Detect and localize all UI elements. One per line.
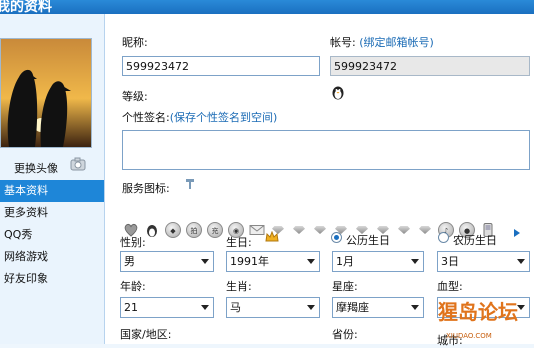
signature-label-text: 个性签名: <box>122 111 170 124</box>
birth-year-select[interactable]: 1991年 <box>226 251 320 272</box>
account-label: 帐号: (绑定邮箱帐号) <box>330 34 434 50</box>
title-bar: 我的资料 <box>0 0 534 15</box>
diamond-icon-7[interactable] <box>396 222 412 238</box>
chevron-down-icon <box>201 305 209 310</box>
solar-birthday-radio[interactable] <box>331 232 342 243</box>
age-value: 21 <box>124 301 138 314</box>
change-avatar-link[interactable]: 更换头像 <box>14 160 58 176</box>
watermark-text: 猩岛论坛 <box>438 300 518 324</box>
chevron-down-icon <box>307 259 315 264</box>
birth-month-select[interactable]: 1月 <box>332 251 424 272</box>
account-label-text: 帐号: <box>330 36 356 49</box>
sidebar-item-friend-impression[interactable]: 好友印象 <box>0 268 104 290</box>
save-signature-link[interactable]: (保存个性签名到空间) <box>170 111 278 124</box>
more-icons-arrow-icon[interactable] <box>514 229 520 237</box>
chevron-down-icon <box>517 259 525 264</box>
birth-month-value: 1月 <box>336 255 354 268</box>
birth-day-value: 3日 <box>441 255 459 268</box>
bind-email-link[interactable]: (绑定邮箱帐号) <box>359 36 434 49</box>
gender-value: 男 <box>124 255 135 268</box>
nickname-label: 昵称: <box>122 36 148 49</box>
solar-birthday-label: 公历生日 <box>346 234 390 247</box>
qq-game-icon[interactable]: ◆ <box>165 222 181 238</box>
diamond-icon-3[interactable] <box>312 222 328 238</box>
sidebar-menu: 基本资料 更多资料 QQ秀 网络游戏 好友印象 <box>0 180 104 290</box>
chevron-down-icon <box>201 259 209 264</box>
service-settings-icon[interactable] <box>185 178 195 193</box>
constellation-label: 星座: <box>332 280 358 293</box>
sidebar: 更换头像 基本资料 更多资料 QQ秀 网络游戏 好友印象 <box>0 14 105 344</box>
gender-select[interactable]: 男 <box>120 251 214 272</box>
blood-type-label: 血型: <box>437 280 463 293</box>
crown-icon <box>265 230 279 246</box>
avatar[interactable] <box>0 38 92 148</box>
sidebar-item-qq-show[interactable]: QQ秀 <box>0 224 104 246</box>
watermark-logo: 猩岛论坛 XIUDAO.COM <box>438 300 534 344</box>
penguin-level-icon[interactable] <box>331 84 345 103</box>
signature-input[interactable] <box>122 130 530 170</box>
watermark-subtext: XIUDAO.COM <box>446 332 492 340</box>
gender-label: 性别: <box>120 236 146 249</box>
chevron-down-icon <box>411 305 419 310</box>
age-label: 年龄: <box>120 280 146 293</box>
profile-form: 昵称: 599923472 帐号: (绑定邮箱帐号) 599923472 等级:… <box>105 14 534 347</box>
sidebar-item-online-games[interactable]: 网络游戏 <box>0 246 104 268</box>
charge-icon[interactable]: 充 <box>207 222 223 238</box>
zodiac-value: 马 <box>230 301 241 314</box>
diamond-icon-2[interactable] <box>291 222 307 238</box>
constellation-select[interactable]: 摩羯座 <box>332 297 424 318</box>
account-field: 599923472 <box>330 56 530 76</box>
sidebar-item-basic-info[interactable]: 基本资料 <box>0 180 104 202</box>
age-select[interactable]: 21 <box>120 297 214 318</box>
nickname-input[interactable]: 599923472 <box>122 56 320 76</box>
constellation-value: 摩羯座 <box>336 301 369 314</box>
camera-icon[interactable] <box>70 156 86 175</box>
zodiac-label: 生肖: <box>226 280 252 293</box>
level-label: 等级: <box>122 90 148 103</box>
chevron-down-icon <box>411 259 419 264</box>
signature-label: 个性签名:(保存个性签名到空间) <box>122 109 277 125</box>
penguin-icon[interactable] <box>144 222 160 238</box>
birthday-label: 生日: <box>226 236 252 249</box>
birth-day-select[interactable]: 3日 <box>437 251 530 272</box>
birth-year-value: 1991年 <box>230 255 269 268</box>
zodiac-select[interactable]: 马 <box>226 297 320 318</box>
service-icons-label: 服务图标: <box>122 182 170 195</box>
sidebar-item-more-info[interactable]: 更多资料 <box>0 202 104 224</box>
lunar-birthday-radio[interactable] <box>438 232 449 243</box>
pai-icon[interactable]: 拍 <box>186 222 202 238</box>
chevron-down-icon <box>307 305 315 310</box>
country-label: 国家/地区: <box>120 328 172 341</box>
diamond-icon-8[interactable] <box>417 222 433 238</box>
province-label: 省份: <box>332 328 358 341</box>
lunar-birthday-label: 农历生日 <box>453 234 497 247</box>
